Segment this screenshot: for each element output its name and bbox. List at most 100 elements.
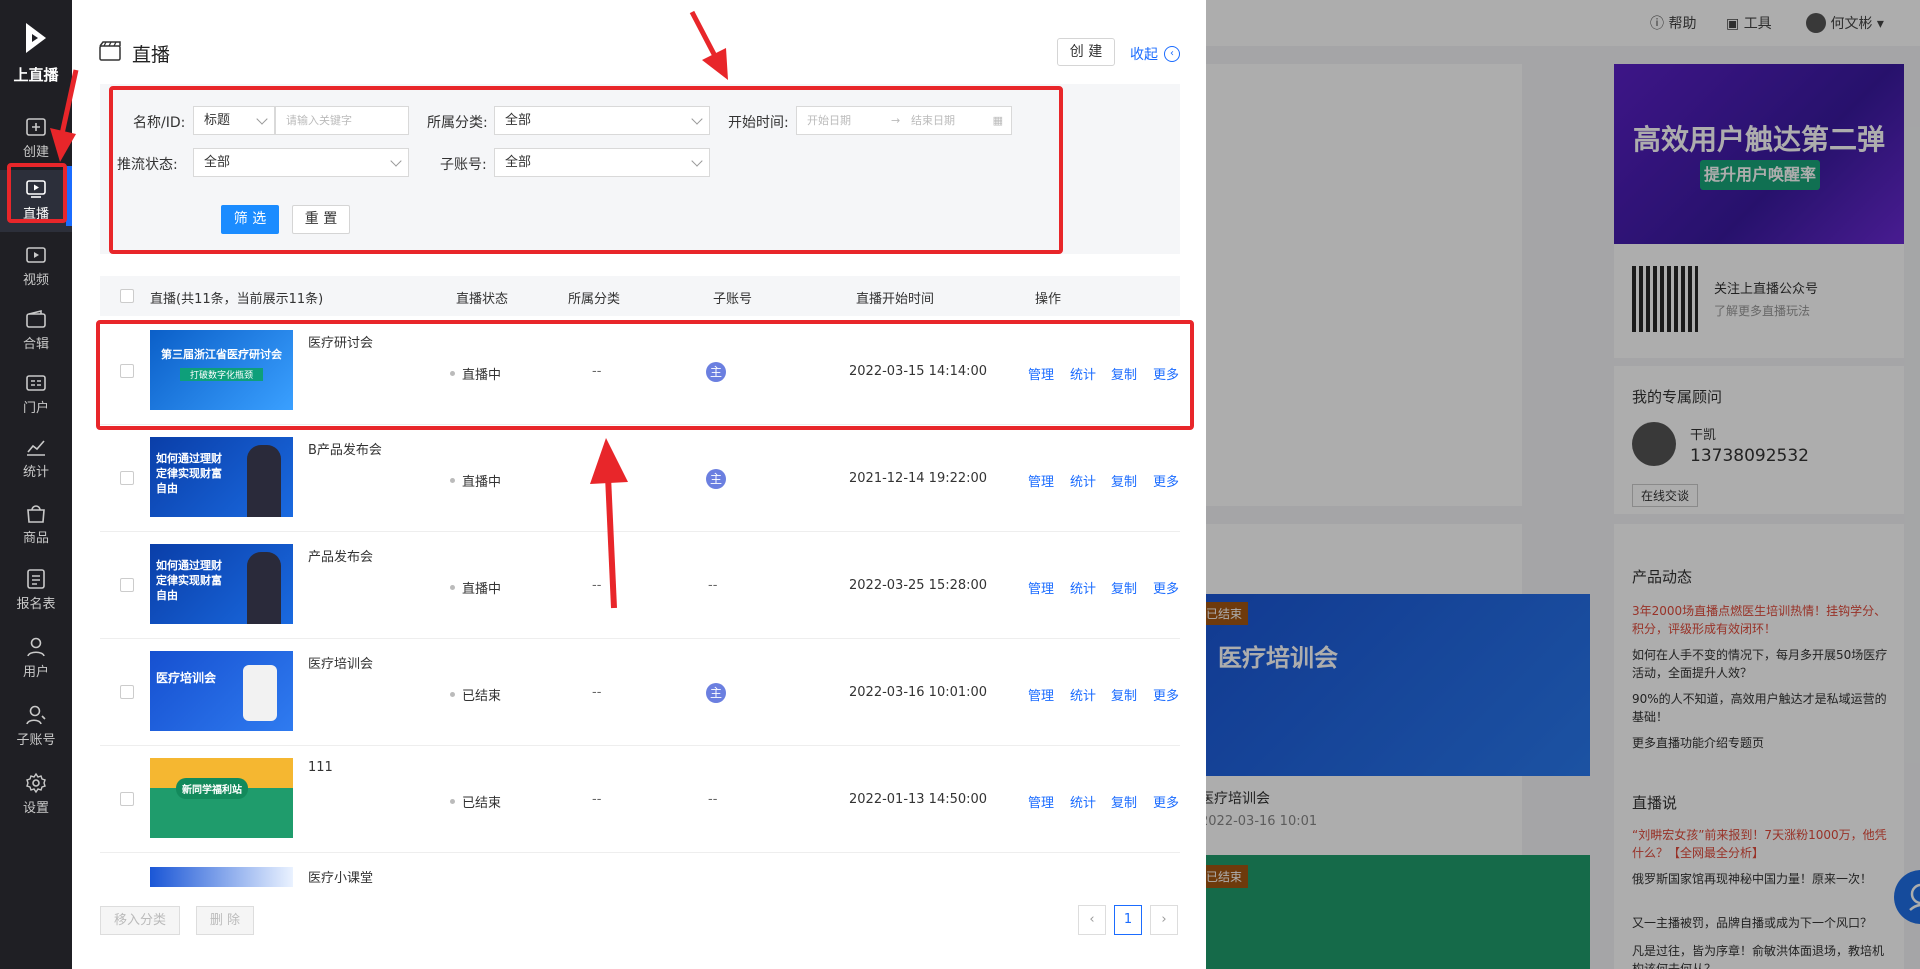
nav-label: 用户 xyxy=(22,665,49,680)
nav-label: 报名表 xyxy=(16,597,56,612)
live-start-time: 2022-01-13 14:50:00 xyxy=(849,792,988,807)
stats-link[interactable]: 统计 xyxy=(1070,685,1096,704)
live-category: -- xyxy=(592,685,602,700)
column-header: 操作 xyxy=(1035,292,1062,307)
table-row[interactable]: 新同学福利站 111 已结束 -- -- 2022-01-13 14:50:00… xyxy=(100,746,1180,853)
sub-account-value: -- xyxy=(708,578,718,593)
thumbnail-caption: 新同学福利站 xyxy=(176,778,248,799)
prev-page-button[interactable]: ‹ xyxy=(1078,905,1106,935)
plus-box-icon xyxy=(26,118,46,136)
column-header: 直播状态 xyxy=(456,292,509,307)
row-thumbnail[interactable] xyxy=(150,867,293,887)
presenter-figure xyxy=(247,445,281,517)
stats-link[interactable]: 统计 xyxy=(1070,578,1096,597)
nav-item-stats[interactable]: 统计 xyxy=(0,428,72,490)
thumbnail-caption: 如何通过理财定律实现财富自由 xyxy=(156,452,222,495)
table-header: 直播(共11条，当前展示11条) 直播状态 所属分类 子账号 直播开始时间 操作 xyxy=(100,276,1180,316)
row-thumbnail[interactable]: 新同学福利站 xyxy=(150,758,293,838)
nav-label: 视频 xyxy=(22,273,49,288)
nav-item-goods[interactable]: 商品 xyxy=(0,494,72,556)
table-row[interactable]: 医疗小课堂 xyxy=(100,853,1180,887)
manage-link[interactable]: 管理 xyxy=(1028,471,1054,490)
move-category-button[interactable]: 移入分类 xyxy=(100,906,180,935)
delete-button[interactable]: 删 除 xyxy=(196,906,254,935)
column-header: 子账号 xyxy=(713,292,753,307)
more-link[interactable]: 更多 xyxy=(1153,685,1179,704)
annotation-box-row xyxy=(96,320,1194,430)
table-row[interactable]: 如何通过理财定律实现财富自由 产品发布会 直播中 -- -- 2022-03-2… xyxy=(100,532,1180,639)
stats-link[interactable]: 统计 xyxy=(1070,792,1096,811)
manage-link[interactable]: 管理 xyxy=(1028,578,1054,597)
annotation-arrow-nav xyxy=(50,69,79,162)
nav-item-settings[interactable]: 设置 xyxy=(0,764,72,826)
more-link[interactable]: 更多 xyxy=(1153,578,1179,597)
column-header: 所属分类 xyxy=(568,292,621,307)
live-name[interactable]: B产品发布会 xyxy=(308,439,382,458)
nav-item-video[interactable]: 视频 xyxy=(0,236,72,298)
chart-line-icon xyxy=(27,440,45,456)
logo-icon xyxy=(26,23,46,53)
copy-link[interactable]: 复制 xyxy=(1111,578,1137,597)
row-checkbox[interactable] xyxy=(120,578,134,592)
nav-label: 商品 xyxy=(22,531,49,546)
create-button[interactable]: 创 建 xyxy=(1057,38,1115,66)
chevron-left-icon[interactable]: ‹ xyxy=(1164,46,1180,62)
live-name[interactable]: 111 xyxy=(308,760,333,775)
annotation-arrow-filter xyxy=(689,10,728,80)
more-link[interactable]: 更多 xyxy=(1153,792,1179,811)
live-name[interactable]: 医疗小课堂 xyxy=(308,867,373,886)
nav-item-forms[interactable]: 报名表 xyxy=(0,560,72,622)
row-checkbox[interactable] xyxy=(120,792,134,806)
video-icon xyxy=(26,247,46,263)
copy-link[interactable]: 复制 xyxy=(1111,685,1137,704)
table-row[interactable]: 医疗培训会 医疗培训会 已结束 -- 主 2022-03-16 10:01:00… xyxy=(100,639,1180,746)
live-start-time: 2021-12-14 19:22:00 xyxy=(849,471,988,486)
doctor-figure xyxy=(243,665,277,721)
live-name[interactable]: 医疗培训会 xyxy=(308,653,373,672)
sub-account-value: -- xyxy=(708,792,718,807)
nav-item-users[interactable]: 用户 xyxy=(0,628,72,690)
annotation-arrow-row xyxy=(590,438,628,609)
copy-link[interactable]: 复制 xyxy=(1111,471,1137,490)
next-page-button[interactable]: › xyxy=(1150,905,1178,935)
column-header: 直播开始时间 xyxy=(856,292,935,307)
shopping-bag-icon xyxy=(27,505,45,523)
app-root: ⓘ 帮助 ▣ 工具 何文彬 ▾ 已结束 医疗培训会 医疗培训会 2022-03-… xyxy=(0,0,1920,969)
nav-item-portal[interactable]: 门户 xyxy=(0,364,72,426)
manage-link[interactable]: 管理 xyxy=(1028,792,1054,811)
annotation-box-filter xyxy=(109,86,1063,254)
stats-link[interactable]: 统计 xyxy=(1070,471,1096,490)
sub-account-badge: 主 xyxy=(706,469,726,489)
page-number[interactable]: 1 xyxy=(1114,905,1142,935)
row-thumbnail[interactable]: 医疗培训会 xyxy=(150,651,293,731)
user-icon xyxy=(27,637,45,657)
live-status: 已结束 xyxy=(449,792,501,811)
nav-label: 统计 xyxy=(22,465,49,480)
column-header: 直播(共11条，当前展示11条) xyxy=(150,292,324,307)
sub-account-badge: 主 xyxy=(706,683,726,703)
gear-icon xyxy=(26,772,46,794)
select-all-checkbox[interactable] xyxy=(120,289,134,303)
row-checkbox[interactable] xyxy=(120,471,134,485)
nav-item-collection[interactable]: 合辑 xyxy=(0,300,72,362)
nav-item-sub-accounts[interactable]: 子账号 xyxy=(0,696,72,758)
manage-link[interactable]: 管理 xyxy=(1028,685,1054,704)
row-thumbnail[interactable]: 如何通过理财定律实现财富自由 xyxy=(150,544,293,624)
live-start-time: 2022-03-25 15:28:00 xyxy=(849,578,988,593)
row-thumbnail[interactable]: 如何通过理财定律实现财富自由 xyxy=(150,437,293,517)
live-status: 已结束 xyxy=(449,685,501,704)
nav-label: 子账号 xyxy=(16,733,56,748)
presenter-figure xyxy=(247,552,281,624)
thumbnail-caption: 如何通过理财定律实现财富自由 xyxy=(156,559,222,602)
copy-link[interactable]: 复制 xyxy=(1111,792,1137,811)
form-icon xyxy=(27,569,45,589)
live-start-time: 2022-03-16 10:01:00 xyxy=(849,685,988,700)
sub-account-icon xyxy=(26,705,46,725)
nav-label: 合辑 xyxy=(22,337,49,352)
clapperboard-icon xyxy=(99,41,121,61)
collapse-link[interactable]: 收起 xyxy=(1130,44,1158,64)
more-link[interactable]: 更多 xyxy=(1153,471,1179,490)
row-checkbox[interactable] xyxy=(120,685,134,699)
live-name[interactable]: 产品发布会 xyxy=(308,546,373,565)
table-row[interactable]: 如何通过理财定律实现财富自由 B产品发布会 直播中 -- 主 2021-12-1… xyxy=(100,425,1180,532)
